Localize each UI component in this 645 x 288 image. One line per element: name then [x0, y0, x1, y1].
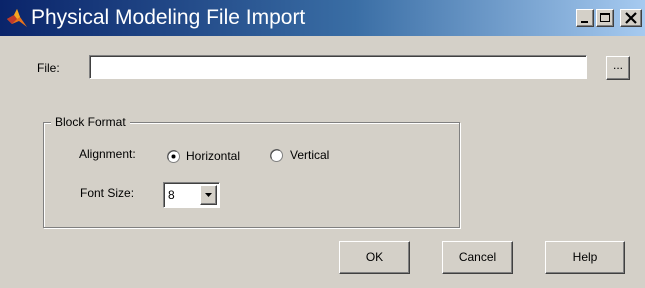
chevron-down-icon — [205, 193, 212, 197]
minimize-icon — [581, 21, 588, 23]
radio-horizontal-label[interactable]: Horizontal — [186, 149, 240, 163]
cancel-button[interactable]: Cancel — [442, 241, 513, 274]
font-size-value: 8 — [168, 188, 175, 202]
minimize-button[interactable] — [576, 9, 594, 27]
title-bar[interactable]: Physical Modeling File Import — [0, 0, 645, 36]
radio-horizontal[interactable] — [167, 150, 180, 163]
close-button[interactable] — [620, 9, 642, 27]
radio-vertical-label[interactable]: Vertical — [290, 148, 329, 162]
maximize-button[interactable] — [596, 9, 614, 27]
maximize-icon — [600, 13, 610, 22]
file-import-dialog: Physical Modeling File Import File: ... … — [0, 0, 645, 288]
file-path-input[interactable] — [89, 55, 587, 79]
font-size-label: Font Size: — [80, 186, 135, 200]
ok-button[interactable]: OK — [339, 241, 410, 274]
alignment-label: Alignment: — [79, 147, 136, 161]
font-size-select[interactable]: 8 — [163, 182, 220, 208]
matlab-icon — [7, 9, 27, 27]
block-format-group — [43, 122, 460, 228]
browse-button[interactable]: ... — [606, 56, 630, 80]
file-label: File: — [37, 61, 60, 75]
close-icon — [625, 12, 637, 24]
help-button[interactable]: Help — [545, 241, 625, 274]
radio-vertical[interactable] — [270, 149, 283, 162]
block-format-legend: Block Format — [51, 115, 130, 129]
window-title: Physical Modeling File Import — [31, 6, 306, 29]
font-size-dropdown-button[interactable] — [200, 185, 217, 205]
